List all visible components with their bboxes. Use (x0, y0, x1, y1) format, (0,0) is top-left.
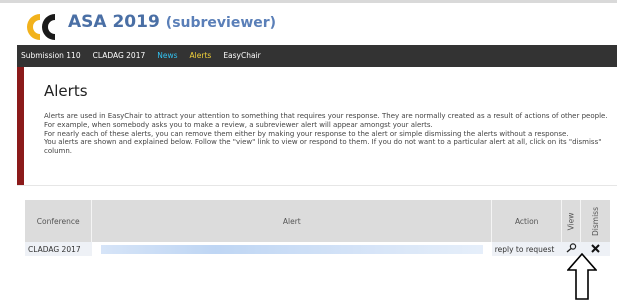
action-cell[interactable]: reply to request (492, 242, 562, 256)
conference-name: ASA 2019 (68, 12, 160, 32)
header-view: View (561, 200, 581, 242)
redacted-alert-text (100, 244, 483, 254)
header-dismiss: Dismiss (580, 200, 610, 242)
alerts-description: Alerts are used in EasyChair to attract … (44, 112, 617, 156)
user-role: (subreviewer) (165, 15, 277, 31)
menu-submission[interactable]: Submission 110 (17, 45, 87, 67)
header-dismiss-label: Dismiss (590, 206, 600, 236)
header-conference: Conference (25, 200, 93, 242)
magnifier-icon[interactable] (566, 243, 577, 253)
alerts-table: Conference Alert Action View Dismiss CLA… (25, 200, 610, 256)
easychair-logo-icon (27, 14, 55, 40)
app-header: ASA 2019 (subreviewer) (0, 3, 617, 45)
table-header-row: Conference Alert Action View Dismiss (25, 200, 610, 242)
alerts-table-container: Conference Alert Action View Dismiss CLA… (25, 200, 610, 256)
page-title: Alerts (44, 82, 88, 100)
conference-title: ASA 2019 (subreviewer) (68, 12, 276, 32)
description-paragraph: For nearly each of these alerts, you can… (44, 129, 569, 138)
description-paragraph: You alerts are shown and explained below… (44, 138, 602, 156)
menu-easychair[interactable]: EasyChair (217, 45, 266, 67)
main-menu: Submission 110 CLADAG 2017 News Alerts E… (17, 45, 617, 67)
header-view-label: View (566, 212, 576, 230)
close-icon[interactable] (591, 243, 600, 253)
divider (17, 185, 617, 186)
header-action: Action (491, 200, 563, 242)
menu-alerts[interactable]: Alerts (184, 45, 218, 67)
alerts-panel: Alerts Alerts are used in EasyChair to a… (17, 67, 617, 185)
menu-news[interactable]: News (151, 45, 183, 67)
header-alert: Alert (91, 200, 493, 242)
menu-cladag[interactable]: CLADAG 2017 (87, 45, 152, 67)
description-paragraph: Alerts are used in EasyChair to attract … (44, 112, 608, 129)
alert-cell (91, 242, 492, 256)
up-arrow-icon (567, 253, 597, 300)
conference-cell: CLADAG 2017 (28, 244, 81, 254)
table-row: CLADAG 2017 reply to request (25, 242, 610, 256)
